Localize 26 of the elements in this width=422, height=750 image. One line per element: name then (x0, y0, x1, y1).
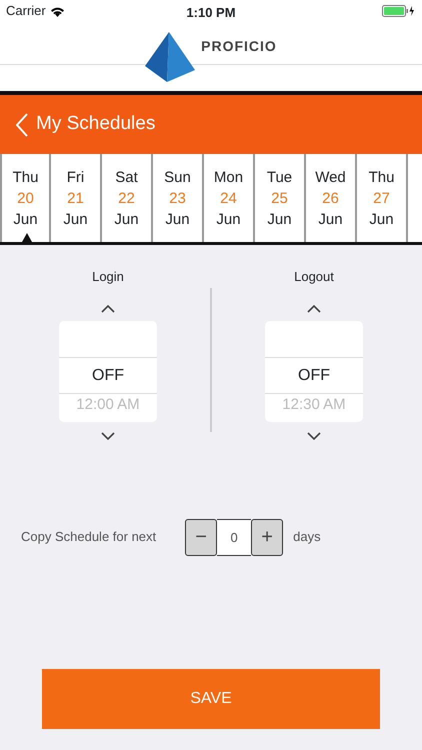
picker-value: OFF (59, 356, 157, 394)
picker-option: 12:30 AM (265, 394, 363, 416)
copy-label: Copy Schedule for next (21, 528, 156, 546)
days-input[interactable]: 0 (217, 518, 252, 556)
down-chevron-icon[interactable] (101, 432, 115, 440)
time-picker[interactable]: OFF 12:00 AM (59, 320, 157, 422)
logo-text: PROFICIO (201, 37, 277, 56)
decrement-button[interactable]: − (185, 518, 218, 556)
time-picker[interactable]: OFF 12:30 AM (265, 320, 363, 422)
carrier-label: Carrier (6, 2, 46, 20)
up-chevron-icon[interactable] (307, 304, 321, 312)
picker-option: 12:00 AM (59, 394, 157, 416)
status-time: 1:10 PM (186, 4, 236, 22)
back-icon[interactable] (16, 112, 28, 136)
screen-title: My Schedules (36, 112, 156, 136)
day-tab[interactable]: Thu 20 Jun (0, 154, 51, 242)
wifi-icon (50, 6, 65, 16)
picker-label: Login (92, 268, 124, 286)
picker-value: OFF (265, 356, 363, 394)
picker-label: Logout (294, 268, 334, 286)
days-label: days (293, 528, 321, 546)
up-chevron-icon[interactable] (101, 304, 115, 312)
down-chevron-icon[interactable] (307, 432, 321, 440)
pyramid-icon (145, 32, 198, 84)
increment-button[interactable]: + (251, 518, 284, 556)
battery-icon (382, 5, 416, 17)
